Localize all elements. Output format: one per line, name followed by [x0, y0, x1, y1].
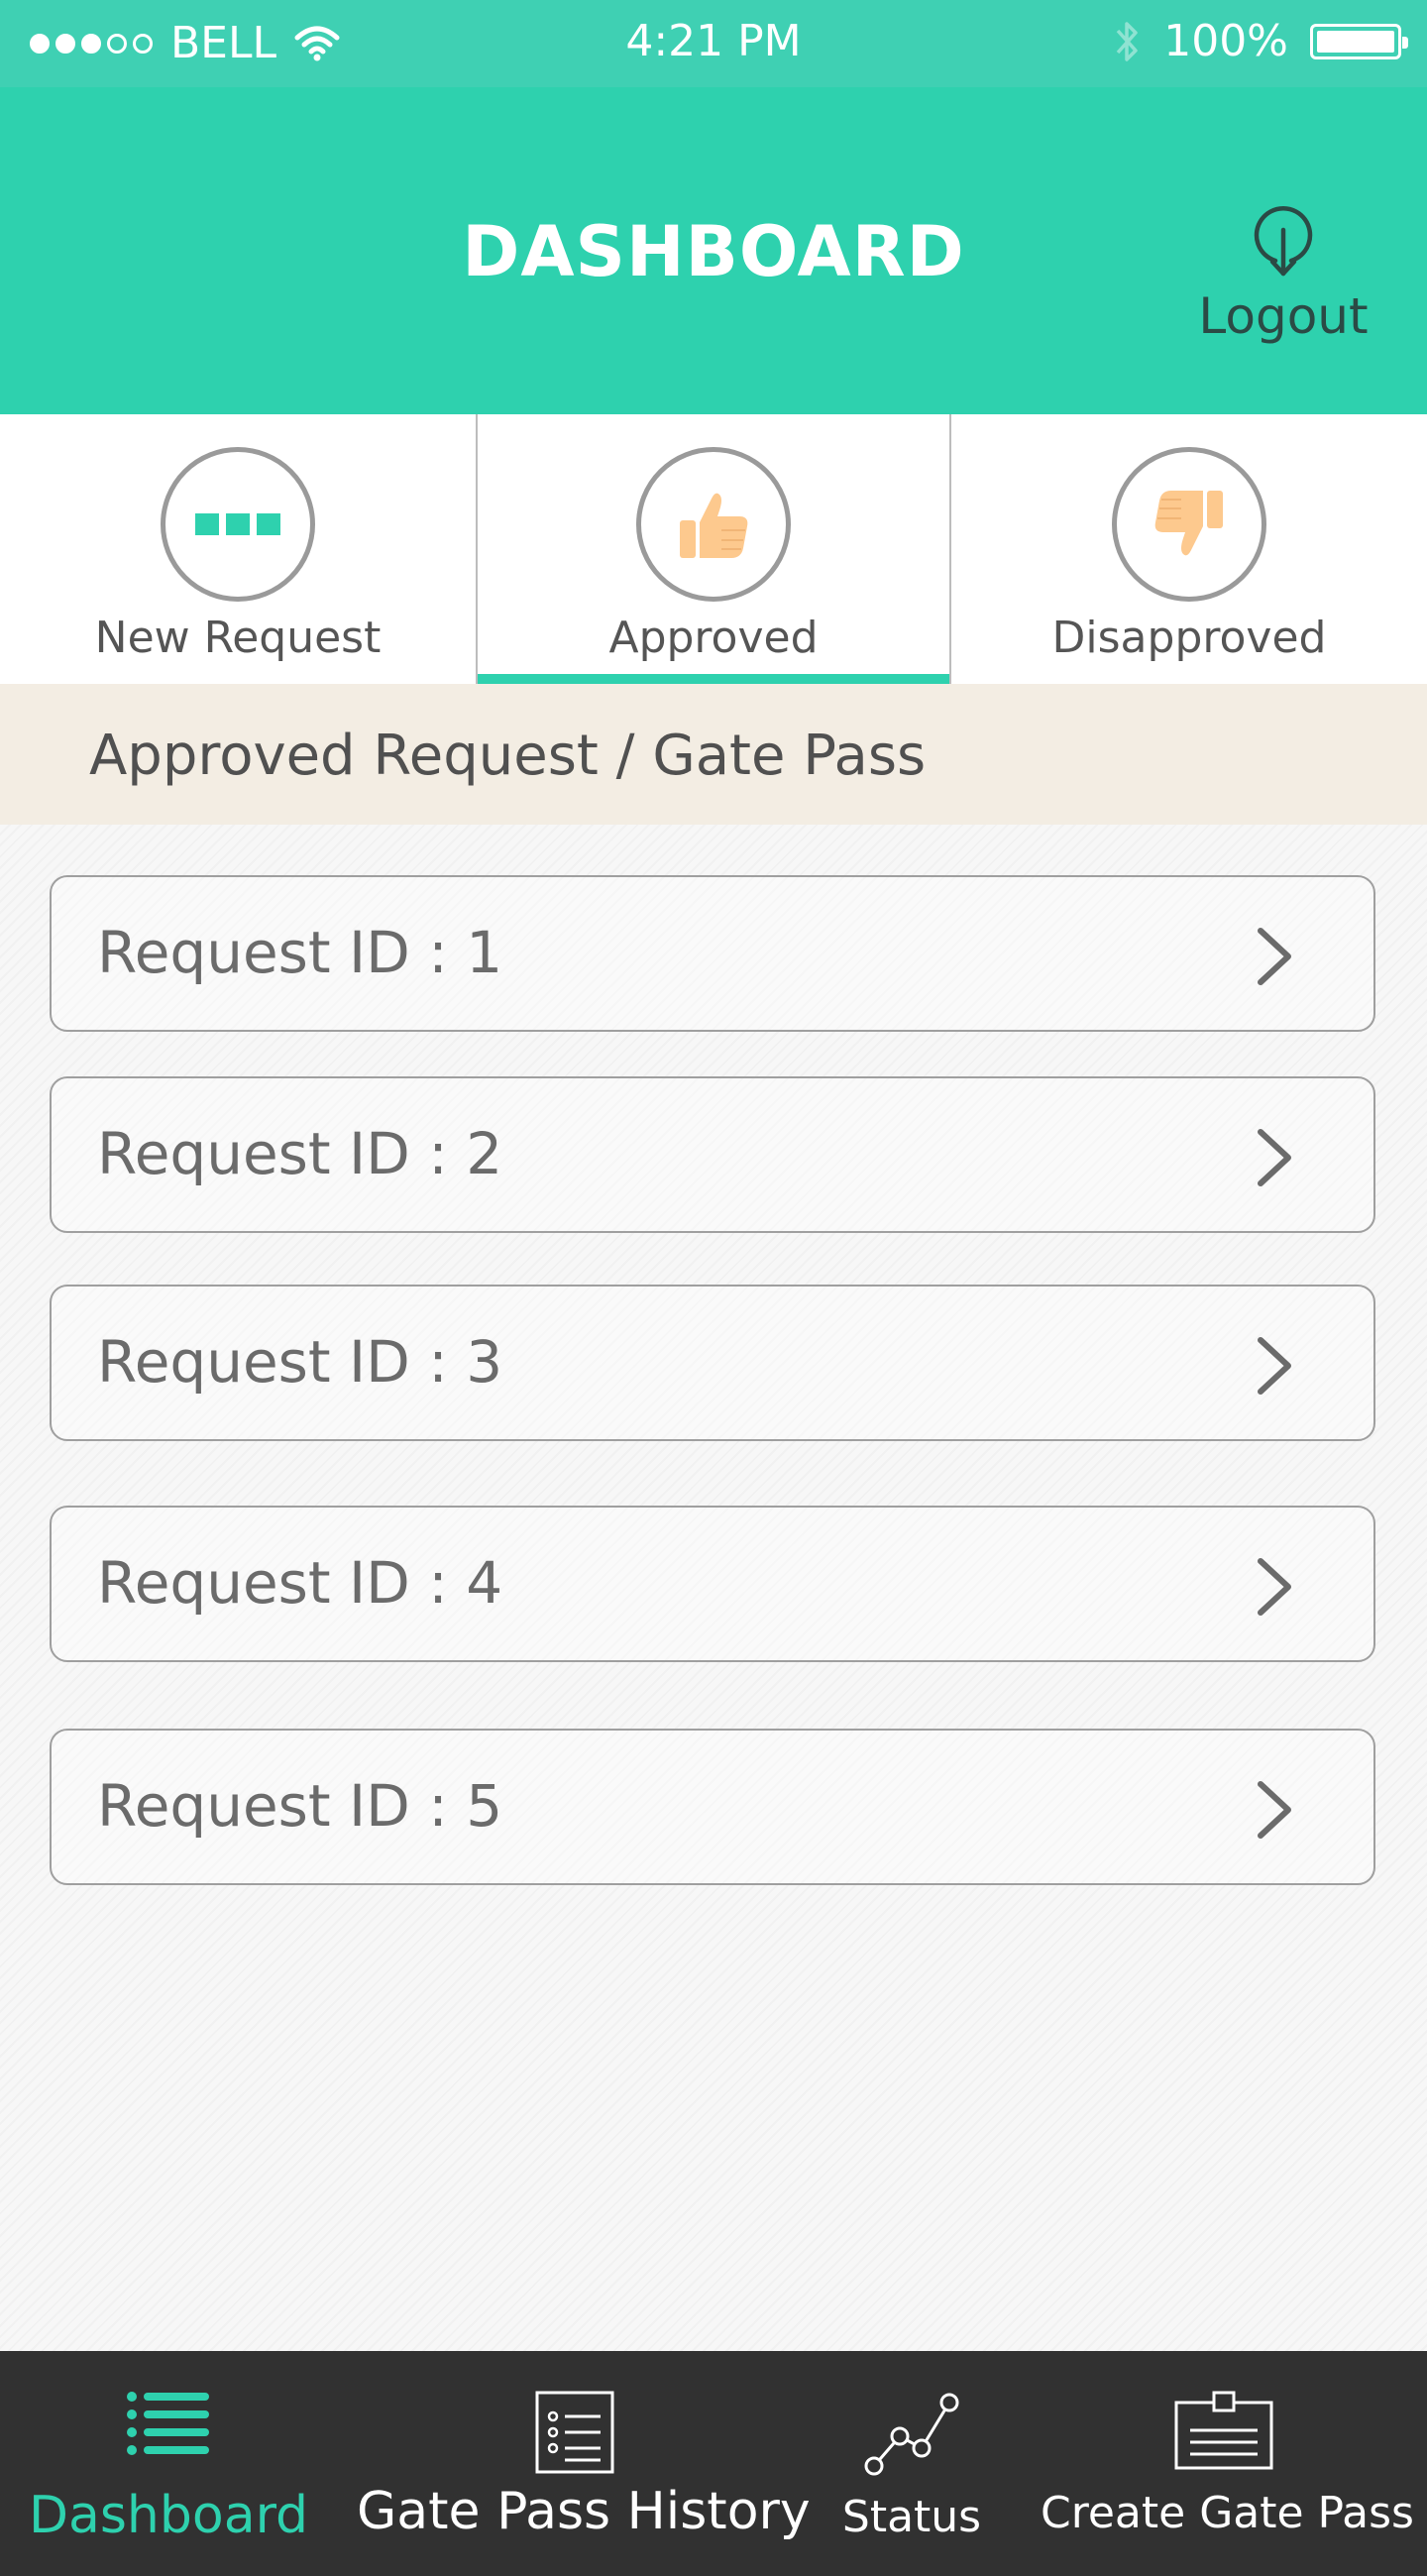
chevron-right-icon: [1258, 1781, 1291, 1839]
list-icon: [127, 2392, 209, 2455]
tab-disapproved[interactable]: Disapproved: [951, 414, 1427, 684]
id-card-icon: [1174, 2391, 1273, 2470]
request-item-2[interactable]: Request ID : 2: [50, 1076, 1375, 1233]
battery-icon: [1310, 23, 1408, 59]
logout-button[interactable]: Logout: [1189, 204, 1377, 345]
nav-status-label: Status: [841, 2492, 982, 2542]
nav-create-gate-pass[interactable]: Create Gate Pass: [1041, 2351, 1414, 2576]
nav-gate-pass-history-label: Gate Pass History: [357, 2482, 811, 2541]
tab-disapproved-label: Disapproved: [1051, 613, 1327, 663]
app-header: DASHBOARD Logout: [0, 87, 1427, 414]
status-bar: BELL 4:21 PM 100%: [0, 0, 1427, 87]
chevron-right-icon: [1258, 1129, 1291, 1186]
nav-gate-pass-history[interactable]: Gate Pass History: [357, 2351, 811, 2576]
request-item-label: Request ID : 5: [97, 1772, 503, 1840]
bluetooth-icon: [1116, 21, 1138, 61]
nav-dashboard-label: Dashboard: [28, 2486, 309, 2545]
request-item-4[interactable]: Request ID : 4: [50, 1506, 1375, 1662]
new-request-icon-circle: [161, 447, 315, 602]
disapproved-icon-circle: [1112, 447, 1266, 602]
request-item-label: Request ID : 4: [97, 1549, 503, 1617]
tab-new-request[interactable]: New Request: [0, 414, 476, 684]
nav-dashboard[interactable]: Dashboard: [20, 2351, 317, 2576]
thumbs-up-icon: [680, 493, 748, 558]
tab-approved[interactable]: Approved: [476, 414, 951, 684]
status-bar-right: 100%: [1114, 16, 1408, 66]
request-list: Request ID : 1 Request ID : 2 Request ID…: [0, 825, 1427, 2351]
approved-icon-circle: [636, 447, 791, 602]
request-item-1[interactable]: Request ID : 1: [50, 875, 1375, 1032]
request-item-label: Request ID : 2: [97, 1120, 503, 1187]
document-list-icon: [535, 2391, 614, 2474]
logout-icon: [1254, 205, 1313, 277]
logout-label: Logout: [1198, 287, 1369, 345]
dots-icon: [195, 513, 280, 535]
section-title: Approved Request / Gate Pass: [89, 724, 927, 788]
bottom-nav: Dashboard Gate Pass History Status Creat…: [0, 2351, 1427, 2576]
request-item-5[interactable]: Request ID : 5: [50, 1729, 1375, 1885]
nav-create-gate-pass-label: Create Gate Pass: [1041, 2488, 1414, 2538]
request-item-label: Request ID : 3: [97, 1328, 503, 1396]
battery-percent: 100%: [1163, 16, 1288, 66]
section-banner: Approved Request / Gate Pass: [0, 684, 1427, 825]
tab-new-request-label: New Request: [94, 613, 382, 663]
tab-approved-label: Approved: [608, 613, 819, 663]
request-item-label: Request ID : 1: [97, 919, 503, 986]
chevron-right-icon: [1258, 928, 1291, 985]
request-item-3[interactable]: Request ID : 3: [50, 1285, 1375, 1441]
chevron-right-icon: [1258, 1558, 1291, 1616]
line-graph-icon: [864, 2393, 959, 2476]
chevron-right-icon: [1258, 1337, 1291, 1395]
request-tabs: New Request Approved Disapproved: [0, 414, 1427, 684]
nav-status[interactable]: Status: [832, 2351, 991, 2576]
thumbs-down-icon: [1154, 491, 1223, 556]
